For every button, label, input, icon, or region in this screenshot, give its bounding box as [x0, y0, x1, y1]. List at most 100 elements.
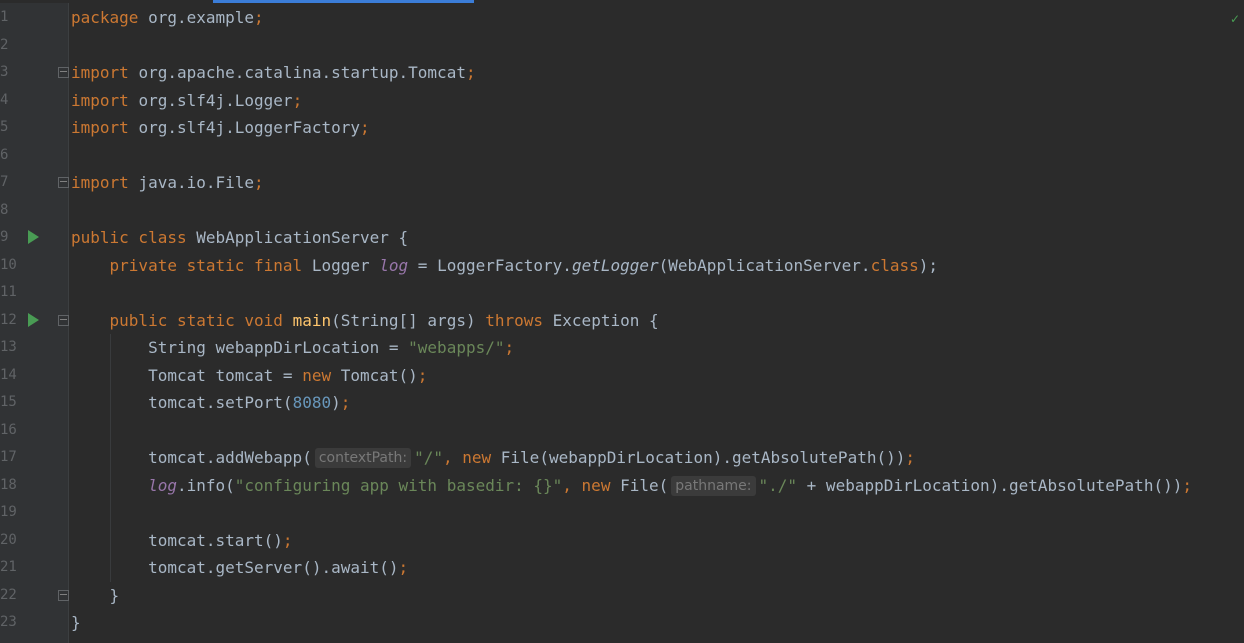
code-line[interactable]: Tomcat tomcat = new Tomcat();: [71, 362, 427, 389]
line-number: 7: [0, 174, 9, 190]
line-number: 20: [0, 531, 17, 548]
code-line[interactable]: private static final Logger log = Logger…: [71, 252, 938, 279]
code-line[interactable]: tomcat.addWebapp(contextPath: "/", new Fi…: [71, 444, 915, 471]
line-number: 4: [0, 91, 9, 108]
code-token: ;: [282, 530, 293, 550]
code-token: }: [71, 613, 81, 632]
code-token: = LoggerFactory.: [408, 255, 572, 275]
code-token: ;: [1182, 475, 1192, 495]
code-line[interactable]: log.info("configuring app with basedir: …: [71, 472, 1192, 499]
code-token: org.apache.catalina.startup.Tomcat: [138, 63, 466, 82]
code-line[interactable]: }: [71, 609, 81, 636]
code-token: tomcat.setPort(: [71, 393, 293, 412]
code-token: import: [71, 173, 139, 192]
line-number: 15: [0, 394, 17, 410]
code-token: tomcat.start(): [71, 530, 283, 550]
code-token: ;: [360, 118, 370, 137]
code-token: (String[] args): [331, 310, 486, 330]
line-number: 22: [0, 586, 17, 603]
line-number: 3: [0, 64, 9, 80]
code-token: 8080: [292, 393, 332, 412]
code-line[interactable]: tomcat.start();: [71, 527, 293, 554]
code-token: package: [71, 8, 149, 27]
fold-icon[interactable]: [58, 589, 69, 601]
code-token: import: [71, 90, 139, 110]
line-number: 16: [0, 421, 17, 438]
code-token: ;: [905, 448, 915, 467]
code-line[interactable]: import org.apache.catalina.startup.Tomca…: [71, 59, 476, 86]
code-token: class: [870, 255, 919, 275]
line-number: 14: [0, 366, 17, 383]
line-number: 1: [0, 9, 9, 25]
code-line[interactable]: import java.io.File;: [71, 169, 264, 196]
fold-icon[interactable]: [58, 314, 69, 326]
code-token: String webappDirLocation =: [71, 338, 409, 357]
line-number: 18: [0, 476, 17, 493]
code-token: public class: [71, 228, 197, 247]
code-token: new: [302, 365, 341, 385]
code-token: throws: [485, 310, 553, 330]
code-token: import: [71, 63, 139, 82]
code-token: .info(: [176, 475, 235, 495]
code-token: tomcat.getServer().await(): [71, 558, 399, 577]
code-token: org.slf4j.Logger: [138, 90, 293, 110]
run-gutter-icon[interactable]: [28, 230, 39, 244]
code-token: (WebApplicationServer.: [658, 255, 871, 275]
code-token: log: [379, 255, 409, 275]
code-token: ;: [398, 558, 409, 577]
code-token: log: [148, 475, 177, 495]
line-number: 6: [0, 146, 9, 163]
line-number: 21: [0, 559, 17, 575]
code-token: ;: [254, 173, 264, 192]
parameter-hint: pathname:: [671, 475, 756, 496]
code-token: ,: [442, 448, 463, 467]
code-line[interactable]: public static void main(String[] args) t…: [71, 307, 659, 334]
code-token: ,: [562, 475, 582, 495]
code-token: ;: [340, 393, 351, 412]
code-token: main: [292, 310, 332, 330]
code-token: }: [71, 585, 120, 605]
line-number: 17: [0, 449, 17, 465]
inspection-ok-icon[interactable]: ✓: [1230, 12, 1240, 26]
line-number: 11: [0, 284, 17, 300]
line-number: 8: [0, 201, 9, 218]
code-token: new: [462, 448, 501, 467]
code-token: Tomcat tomcat =: [71, 365, 303, 385]
code-line[interactable]: tomcat.setPort(8080);: [71, 389, 350, 416]
fold-icon[interactable]: [58, 67, 69, 78]
indent-guide: [110, 334, 111, 582]
line-number: 9: [0, 229, 9, 245]
code-line[interactable]: import org.slf4j.LoggerFactory;: [71, 114, 370, 141]
code-token: Exception {: [552, 310, 659, 330]
line-number: 5: [0, 119, 9, 135]
code-token: private static final: [71, 255, 312, 275]
code-token: ;: [504, 338, 515, 357]
code-token: "/": [414, 448, 443, 467]
code-token: import: [71, 118, 139, 137]
code-token: "webapps/": [408, 338, 505, 357]
code-token: );: [918, 255, 938, 275]
line-number: 19: [0, 504, 17, 520]
code-token: java.io.File: [138, 173, 255, 192]
run-gutter-icon[interactable]: [28, 312, 39, 327]
code-token: public static void: [71, 310, 293, 330]
code-token: WebApplicationServer {: [196, 228, 409, 247]
code-token: org.slf4j.LoggerFactory: [138, 118, 360, 137]
fold-icon[interactable]: [58, 177, 69, 188]
code-token: getLogger: [571, 255, 659, 275]
code-token: "./": [758, 475, 798, 495]
code-line[interactable]: import org.slf4j.Logger;: [71, 87, 302, 114]
code-line[interactable]: tomcat.getServer().await();: [71, 554, 408, 581]
line-number: 10: [0, 256, 17, 273]
line-number: 2: [0, 36, 9, 53]
code-token: File(: [620, 475, 669, 495]
parameter-hint: contextPath:: [314, 448, 412, 468]
code-line[interactable]: package org.example;: [71, 4, 264, 31]
code-line[interactable]: }: [71, 582, 120, 609]
code-line[interactable]: public class WebApplicationServer {: [71, 224, 408, 251]
code-line[interactable]: String webappDirLocation = "webapps/";: [71, 334, 514, 361]
code-token: Logger: [311, 255, 380, 275]
code-token: ;: [292, 90, 303, 110]
line-number: 12: [0, 311, 17, 328]
code-token: Tomcat(): [340, 365, 418, 385]
